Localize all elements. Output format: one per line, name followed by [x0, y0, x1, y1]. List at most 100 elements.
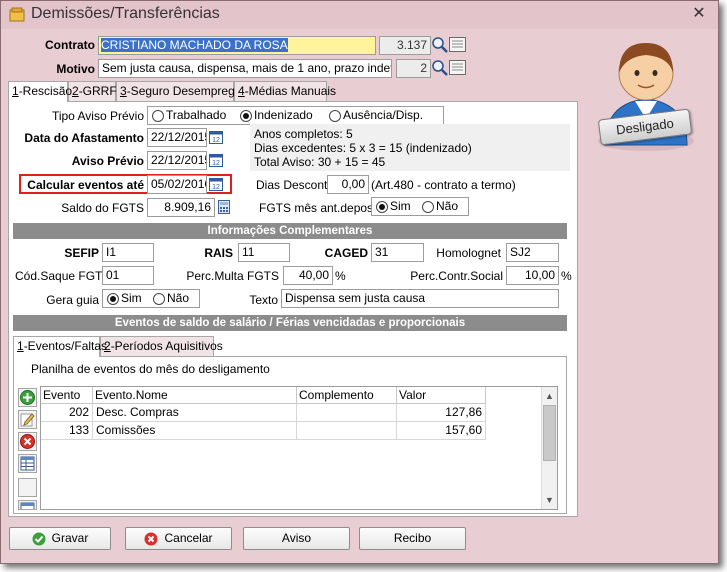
motivo-label: Motivo	[56, 62, 95, 76]
tab-rescisao[interactable]: 1-Rescisão	[8, 81, 72, 102]
search-icon[interactable]	[431, 36, 449, 54]
tab-hotkey: 4	[238, 84, 245, 98]
delete-row-button[interactable]	[18, 432, 37, 451]
eventos-table: Evento Evento.Nome Complemento Valor 202…	[40, 386, 558, 510]
texto-label: Texto	[249, 293, 278, 307]
contrato-value: CRISTIANO MACHADO DA ROSA	[101, 38, 288, 52]
close-icon[interactable]: ✕	[689, 4, 709, 24]
grid-options-button[interactable]	[18, 454, 37, 473]
aviso-previo-label: Aviso Prévio	[71, 154, 144, 168]
cod-saque-field[interactable]: 01	[102, 266, 154, 285]
tab-periodos-aquisitivos[interactable]: 2-Períodos Aquisitivos	[100, 336, 223, 356]
contrato-code-field[interactable]: 3.137	[379, 36, 431, 55]
saldo-fgts-field[interactable]: 8.909,16	[147, 198, 215, 217]
dias-desconto-note: (Art.480 - contrato a termo)	[371, 178, 516, 192]
info-line: Dias excedentes: 5 x 3 = 15 (indenizado)	[254, 141, 472, 155]
tab-label: -Seguro Desemprego	[126, 84, 242, 98]
indenizado-label: Indenizado	[254, 108, 313, 122]
data-afastamento-field[interactable]: 22/12/2015	[147, 128, 207, 147]
perc-multa-field[interactable]: 40,00	[283, 266, 333, 285]
gravar-button[interactable]: Gravar	[9, 527, 111, 550]
table-cell[interactable]: Desc. Compras	[93, 404, 297, 422]
ausencia-label: Ausência/Disp.	[343, 108, 424, 122]
dias-desconto-field[interactable]: 0,00	[327, 175, 369, 194]
tab-label: -Médias Manuais	[244, 84, 337, 98]
trabalhado-radio[interactable]	[152, 110, 164, 122]
calculator-icon[interactable]	[217, 200, 231, 214]
grid-icon	[20, 502, 35, 509]
data-afastamento-label: Data do Afastamento	[24, 131, 144, 145]
eventos-caption: Planilha de eventos do mês do desligamen…	[31, 362, 270, 376]
aviso-previo-field[interactable]: 22/12/2015	[147, 151, 207, 170]
cod-saque-label: Cód.Saque FGTS	[15, 269, 111, 283]
grid-icon	[20, 456, 35, 471]
id-card-icon[interactable]	[449, 60, 466, 75]
tab-hotkey: 2	[72, 84, 79, 98]
indenizado-radio[interactable]	[240, 110, 252, 122]
sefip-field[interactable]: I1	[102, 243, 154, 262]
column-header[interactable]: Evento	[41, 387, 93, 404]
eventos-section-header: Eventos de saldo de salário / Férias ven…	[13, 315, 567, 331]
more-actions-button[interactable]	[18, 500, 37, 510]
gera-guia-label: Gera guia	[46, 293, 99, 307]
gera-guia-sim-radio[interactable]	[107, 293, 119, 305]
id-card-icon[interactable]	[449, 37, 466, 52]
perc-multa-unit: %	[335, 269, 346, 283]
tab-eventos-faltas[interactable]: 1-Eventos/Faltas	[13, 336, 107, 357]
tab-grrf[interactable]: 2-GRRF	[68, 81, 117, 101]
column-header[interactable]: Complemento	[297, 387, 397, 404]
tab-medias-manuais[interactable]: 4-Médias Manuais	[234, 81, 336, 101]
tipo-aviso-label: Tipo Aviso Prévio	[51, 109, 144, 123]
calendar-icon[interactable]: 12	[209, 130, 223, 144]
eventos-tabs: 1-Eventos/Faltas 2-Períodos Aquisitivos	[13, 336, 567, 357]
scroll-thumb[interactable]	[543, 405, 556, 461]
vertical-scrollbar[interactable]: ▲ ▼	[541, 387, 557, 509]
scroll-up-icon[interactable]: ▲	[545, 391, 554, 401]
contrato-label: Contrato	[45, 38, 95, 52]
column-header[interactable]: Evento.Nome	[93, 387, 297, 404]
tab-seguro-desemprego[interactable]: 3-Seguro Desemprego	[116, 81, 241, 101]
homolognet-label: Homolognet	[436, 246, 501, 260]
scroll-down-icon[interactable]: ▼	[545, 495, 554, 505]
fgts-nao-radio[interactable]	[422, 201, 434, 213]
table-cell[interactable]	[297, 404, 397, 422]
caged-field[interactable]: 31	[371, 243, 424, 262]
aviso-label: Aviso	[281, 531, 312, 545]
svg-text:12: 12	[212, 184, 220, 191]
table-cell[interactable]: 202	[41, 404, 93, 422]
dialog-window: Demissões/Transferências ✕ Contrato CRIS…	[0, 0, 719, 564]
tab-hotkey: 3	[120, 84, 127, 98]
add-icon	[20, 390, 35, 405]
table-cell[interactable]: 127,86	[397, 404, 486, 422]
table-cell[interactable]: 157,60	[397, 422, 486, 440]
cancelar-button[interactable]: Cancelar	[125, 527, 232, 550]
cancelar-label: Cancelar	[164, 531, 213, 545]
sefip-label: SEFIP	[64, 246, 99, 260]
table-cell[interactable]	[297, 422, 397, 440]
empty-action-button[interactable]	[18, 478, 37, 497]
edit-row-button[interactable]	[18, 410, 37, 429]
ausencia-radio[interactable]	[329, 110, 341, 122]
calendar-icon[interactable]: 12	[209, 153, 223, 167]
add-row-button[interactable]	[18, 388, 37, 407]
table-cell[interactable]: 133	[41, 422, 93, 440]
fgts-nao-label: Não	[436, 199, 459, 213]
motivo-field[interactable]: Sem justa causa, dispensa, mais de 1 ano…	[98, 59, 392, 78]
fgts-sim-radio[interactable]	[376, 201, 388, 213]
search-icon[interactable]	[431, 59, 449, 77]
contrato-field[interactable]: CRISTIANO MACHADO DA ROSA	[98, 36, 376, 55]
table-cell[interactable]: Comissões	[93, 422, 297, 440]
texto-field[interactable]: Dispensa sem justa causa	[281, 289, 559, 308]
perc-contr-field[interactable]: 10,00	[506, 266, 559, 285]
calendar-icon[interactable]: 12	[209, 177, 223, 191]
recibo-button[interactable]: Recibo	[359, 527, 466, 550]
motivo-code-field[interactable]: 2	[396, 59, 431, 78]
title-bar: Demissões/Transferências ✕	[1, 1, 718, 29]
homolognet-field[interactable]: SJ2	[506, 243, 559, 262]
column-header[interactable]: Valor	[397, 387, 486, 404]
rais-field[interactable]: 11	[238, 243, 290, 262]
gera-guia-nao-radio[interactable]	[153, 293, 165, 305]
window-title: Demissões/Transferências	[31, 5, 220, 22]
calcular-eventos-field[interactable]: 05/02/2016	[147, 175, 207, 194]
aviso-button[interactable]: Aviso	[243, 527, 350, 550]
